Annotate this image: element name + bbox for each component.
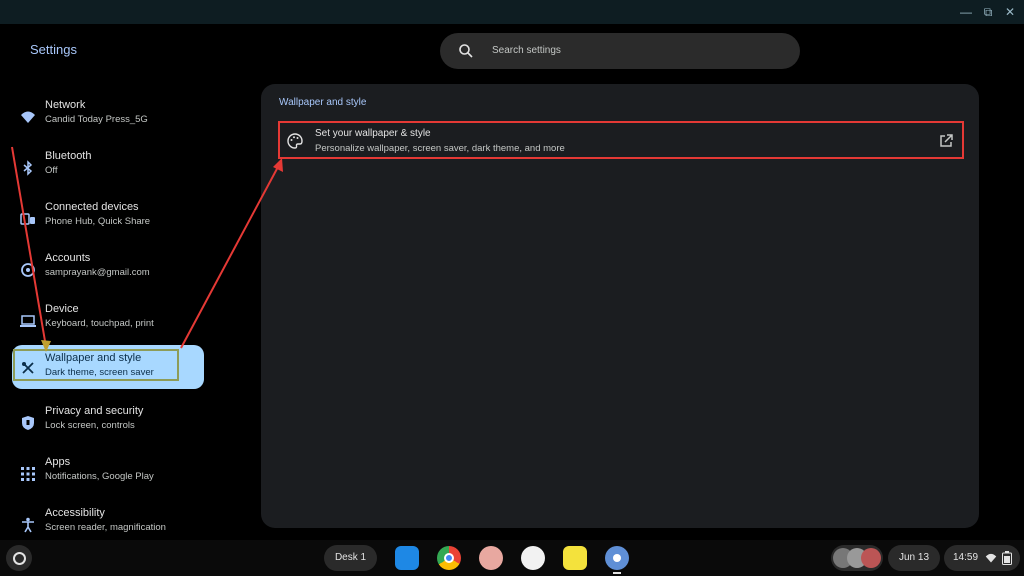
annotation-arrows: [11, 146, 283, 352]
launcher-button[interactable]: [6, 545, 32, 571]
settings-app-icon[interactable]: [605, 546, 629, 570]
running-indicator: [613, 572, 621, 574]
chrome-app-icon[interactable]: [437, 546, 461, 570]
thumbnail: [861, 548, 881, 568]
arrow-line-right: [180, 164, 280, 349]
files-app-icon[interactable]: [395, 546, 419, 570]
app-icon[interactable]: [521, 546, 545, 570]
date-tray[interactable]: Jun 13: [888, 545, 940, 571]
clock-text: 14:59: [953, 552, 979, 563]
app-icon[interactable]: [479, 546, 503, 570]
launcher-icon: [13, 552, 26, 565]
app-icon[interactable]: [563, 546, 587, 570]
wifi-status-icon: [985, 553, 997, 563]
arrow-head-left: [41, 340, 51, 352]
holding-space-tray[interactable]: [831, 545, 883, 571]
battery-icon: [1002, 551, 1012, 565]
status-tray[interactable]: 14:59: [944, 545, 1020, 571]
arrow-head-right: [273, 158, 283, 172]
desk-button[interactable]: Desk 1: [324, 545, 377, 571]
date-text: Jun 13: [898, 552, 930, 563]
arrow-line-left: [11, 146, 47, 348]
